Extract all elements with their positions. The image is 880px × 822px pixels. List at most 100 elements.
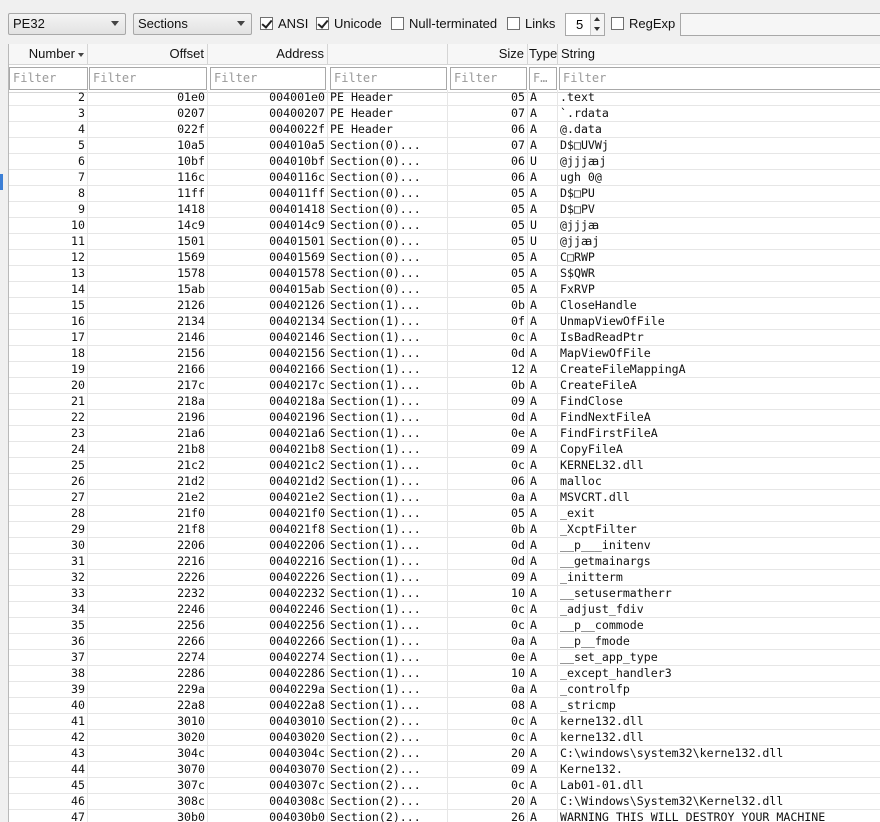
filter-placeholder: Filter bbox=[13, 71, 57, 85]
cell-type: A bbox=[528, 522, 558, 537]
links-toggle[interactable]: Links bbox=[507, 16, 555, 31]
cell-address: 004010a5 bbox=[208, 138, 328, 153]
cell-offset: 1418 bbox=[88, 202, 208, 217]
table-row[interactable]: 16 2134 00402134 Section(1)... 0f A UnmapViewO… bbox=[9, 314, 880, 330]
column-header-string[interactable]: String bbox=[558, 44, 880, 64]
null-terminated-checkbox[interactable] bbox=[391, 17, 404, 30]
table-row[interactable]: 20 217c 0040217c Section(1)... 0b A CreateFile… bbox=[9, 378, 880, 394]
cell-address: 00402166 bbox=[208, 362, 328, 377]
table-row[interactable]: 18 2156 00402156 Section(1)... 0d A MapViewOfF… bbox=[9, 346, 880, 362]
regexp-toggle[interactable]: RegExp bbox=[611, 16, 675, 31]
table-row[interactable]: 28 21f0 004021f0 Section(1)... 05 A _exit bbox=[9, 506, 880, 522]
column-header-address[interactable]: Address bbox=[208, 44, 328, 64]
table-row[interactable]: 2 01e0 004001e0 PE Header 05 A .text bbox=[9, 90, 880, 106]
table-row[interactable]: 36 2266 00402266 Section(1)... 0a A __p__fmode bbox=[9, 634, 880, 650]
unicode-checkbox[interactable] bbox=[316, 17, 329, 30]
table-row[interactable]: 8 11ff 004011ff Section(0)... 05 A D$□PU bbox=[9, 186, 880, 202]
table-row[interactable]: 38 2286 00402286 Section(1)... 10 A _except_ha… bbox=[9, 666, 880, 682]
table-row[interactable]: 5 10a5 004010a5 Section(0)... 07 A D$□UVWj bbox=[9, 138, 880, 154]
table-row[interactable]: 15 2126 00402126 Section(1)... 0b A CloseHandl… bbox=[9, 298, 880, 314]
stepper-buttons[interactable] bbox=[590, 14, 604, 35]
table-row[interactable]: 34 2246 00402246 Section(1)... 0c A _adjust_fd… bbox=[9, 602, 880, 618]
table-row[interactable]: 45 307c 0040307c Section(2)... 0c A Lab01-01.d… bbox=[9, 778, 880, 794]
cell-size: 05 bbox=[448, 202, 528, 217]
min-length-stepper[interactable]: 5 bbox=[565, 13, 605, 36]
table-row[interactable]: 37 2274 00402274 Section(1)... 0e A __set_app_… bbox=[9, 650, 880, 666]
unicode-toggle[interactable]: Unicode bbox=[316, 16, 382, 31]
cell-size: 0c bbox=[448, 618, 528, 633]
table-row[interactable]: 7 116c 0040116c Section(0)... 06 Augh 0@ bbox=[9, 170, 880, 186]
table-row[interactable]: 32 2226 00402226 Section(1)... 09 A _initterm bbox=[9, 570, 880, 586]
table-row[interactable]: 3 0207 00400207 PE Header 07 A `.rdata bbox=[9, 106, 880, 122]
cell-size: 20 bbox=[448, 794, 528, 809]
table-row[interactable]: 10 14c9 004014c9 Section(0)... 05 U @jjjꜳ bbox=[9, 218, 880, 234]
cell-string: CloseHandle bbox=[560, 298, 637, 312]
cell-address: 004021f8 bbox=[208, 522, 328, 537]
table-row[interactable]: 12 1569 00401569 Section(0)... 05 A C□RWP bbox=[9, 250, 880, 266]
filter-size-input[interactable]: Filter bbox=[450, 67, 527, 90]
table-row[interactable]: 42 3020 00403020 Section(2)... 0c Akerne132.d… bbox=[9, 730, 880, 746]
filter-offset-input[interactable]: Filter bbox=[89, 67, 207, 90]
table-row[interactable]: 13 1578 00401578 Section(0)... 05 A S$QWR bbox=[9, 266, 880, 282]
table-row[interactable]: 46 308c 0040308c Section(2)... 20 A C:\Windows… bbox=[9, 794, 880, 810]
filter-region-input[interactable]: Filter bbox=[330, 67, 447, 90]
table-row[interactable]: 27 21e2 004021e2 Section(1)... 0a A MSVCRT.dll bbox=[9, 490, 880, 506]
ansi-checkbox[interactable] bbox=[260, 17, 273, 30]
column-header-size[interactable]: Size bbox=[448, 44, 528, 64]
stepper-down-icon[interactable] bbox=[594, 27, 600, 31]
cell-offset: 2226 bbox=[88, 570, 208, 585]
cell-number: 6 bbox=[9, 154, 88, 169]
table-row[interactable]: 23 21a6 004021a6 Section(1)... 0e A FindFirstF… bbox=[9, 426, 880, 442]
table-row[interactable]: 33 2232 00402232 Section(1)... 10 A __setuserm… bbox=[9, 586, 880, 602]
table-row[interactable]: 21 218a 0040218a Section(1)... 09 A FindClose bbox=[9, 394, 880, 410]
table-row[interactable]: 43 304c 0040304c Section(2)... 20 A C:\windows… bbox=[9, 746, 880, 762]
table-row[interactable]: 44 3070 00403070 Section(2)... 09 A Kerne132. bbox=[9, 762, 880, 778]
links-checkbox[interactable] bbox=[507, 17, 520, 30]
table-row[interactable]: 11 1501 00401501 Section(0)... 05 U @jjꜳj bbox=[9, 234, 880, 250]
column-header-number[interactable]: Number bbox=[9, 44, 88, 64]
scope-select[interactable]: Sections bbox=[133, 13, 252, 35]
search-input[interactable] bbox=[680, 13, 880, 36]
column-header-offset[interactable]: Offset bbox=[88, 44, 208, 64]
table-row[interactable]: 31 2216 00402216 Section(1)... 0d A __getmaina… bbox=[9, 554, 880, 570]
table-row[interactable]: 35 2256 00402256 Section(1)... 0c A __p__commo… bbox=[9, 618, 880, 634]
cell-region: Section(2)... bbox=[328, 778, 448, 793]
format-select[interactable]: PE32 bbox=[8, 13, 126, 35]
cell-address: 0040229a bbox=[208, 682, 328, 697]
table-row[interactable]: 29 21f8 004021f8 Section(1)... 0b A _XcptFilte… bbox=[9, 522, 880, 538]
table-row[interactable]: 39 229a 0040229a Section(1)... 0a A _controlfp bbox=[9, 682, 880, 698]
column-header-type[interactable]: Type bbox=[528, 44, 558, 64]
table-row[interactable]: 41 3010 00403010 Section(2)... 0c Akerne132.d… bbox=[9, 714, 880, 730]
table-row[interactable]: 30 2206 00402206 Section(1)... 0d A __p___init… bbox=[9, 538, 880, 554]
cell-offset: 0207 bbox=[88, 106, 208, 121]
table-row[interactable]: 9 1418 00401418 Section(0)... 05 A D$□PV bbox=[9, 202, 880, 218]
filter-string-input[interactable]: Filter bbox=[559, 67, 880, 90]
filter-address-input[interactable]: Filter bbox=[210, 67, 326, 90]
table-row[interactable]: 40 22a8 004022a8 Section(1)... 08 A _stricmp bbox=[9, 698, 880, 714]
table-row[interactable]: 47 30b0 004030b0 Section(2)... 26 A WARNING_TH… bbox=[9, 810, 880, 822]
filter-type-input[interactable]: F… bbox=[529, 67, 557, 90]
cell-number: 46 bbox=[9, 794, 88, 809]
cell-type: A bbox=[528, 106, 558, 121]
table-row[interactable]: 26 21d2 004021d2 Section(1)... 06 Amalloc bbox=[9, 474, 880, 490]
table-row[interactable]: 14 15ab 004015ab Section(0)... 05 A FxRVP bbox=[9, 282, 880, 298]
table-row[interactable]: 22 2196 00402196 Section(1)... 0d A FindNextFi… bbox=[9, 410, 880, 426]
unicode-label: Unicode bbox=[334, 16, 382, 31]
null-terminated-toggle[interactable]: Null-terminated bbox=[391, 16, 497, 31]
column-header-region[interactable] bbox=[328, 44, 448, 64]
table-row[interactable]: 19 2166 00402166 Section(1)... 12 A CreateFile… bbox=[9, 362, 880, 378]
regexp-checkbox[interactable] bbox=[611, 17, 624, 30]
stepper-up-icon[interactable] bbox=[594, 17, 600, 21]
cell-region: Section(1)... bbox=[328, 410, 448, 425]
cell-region: Section(0)... bbox=[328, 250, 448, 265]
ansi-toggle[interactable]: ANSI bbox=[260, 16, 308, 31]
table-row[interactable]: 24 21b8 004021b8 Section(1)... 09 A CopyFileA bbox=[9, 442, 880, 458]
cell-number: 43 bbox=[9, 746, 88, 761]
cell-region: Section(1)... bbox=[328, 346, 448, 361]
table-row[interactable]: 4 022f 0040022f PE Header 06 A @.data bbox=[9, 122, 880, 138]
filter-number-input[interactable]: Filter bbox=[9, 67, 88, 90]
table-row[interactable]: 17 2146 00402146 Section(1)... 0c A IsBadReadP… bbox=[9, 330, 880, 346]
table-row[interactable]: 6 10bf 004010bf Section(0)... 06 U @jjjꜳj bbox=[9, 154, 880, 170]
cell-type: A bbox=[528, 314, 558, 329]
table-row[interactable]: 25 21c2 004021c2 Section(1)... 0c A KERNEL32.d… bbox=[9, 458, 880, 474]
